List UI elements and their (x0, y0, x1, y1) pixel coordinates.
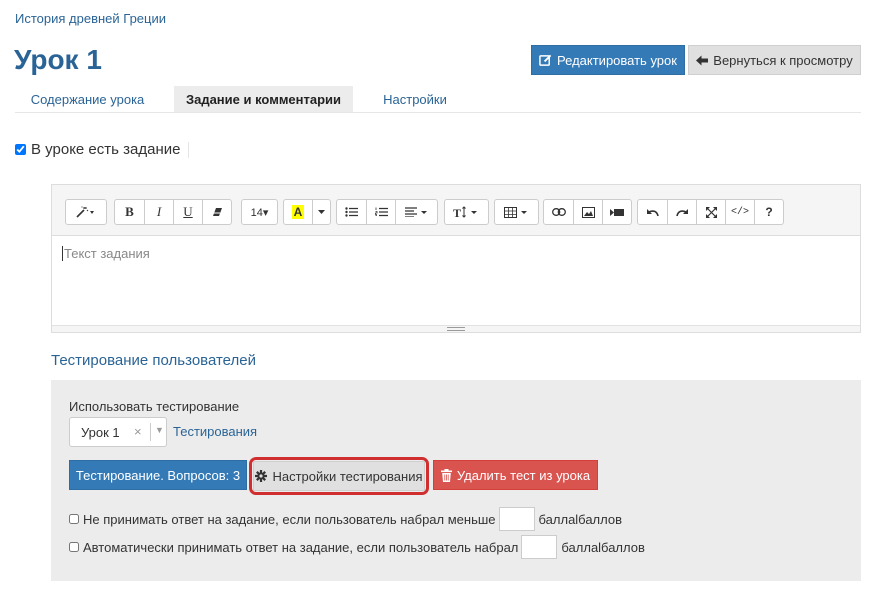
video-icon (610, 208, 624, 216)
magic-wand-icon (76, 206, 94, 218)
undo-button[interactable] (637, 199, 668, 225)
task-editor: B I U 14▾ A T </> ? Текст задания (51, 184, 861, 333)
expand-icon (705, 206, 717, 218)
edit-lesson-label: Редактировать урок (557, 52, 677, 68)
auto-accept-suffix: баллаlбаллов (561, 539, 645, 555)
auto-accept-option-row: Автоматически принимать ответ на задание… (69, 535, 645, 559)
test-select[interactable]: Урок 1 × ▼ (69, 417, 167, 447)
numbered-list-button[interactable] (366, 199, 396, 225)
editor-resize-handle[interactable] (52, 325, 860, 332)
highlight-letter: A (291, 205, 305, 219)
svg-text:T: T (453, 206, 461, 218)
font-size-dropdown[interactable]: 14▾ (241, 199, 278, 225)
clear-selection-icon[interactable]: × (134, 424, 142, 439)
min-score-checkbox[interactable] (69, 514, 79, 524)
edit-icon (539, 54, 552, 66)
code-view-button[interactable]: </> (725, 199, 755, 225)
clear-format-button[interactable] (202, 199, 232, 225)
select-separator (150, 423, 151, 441)
test-questions-label: Тестирование. Вопросов: 3 (75, 467, 241, 483)
back-to-view-label: Вернуться к просмотру (713, 52, 853, 68)
auto-accept-score-input[interactable] (521, 535, 558, 559)
test-select-value: Урок 1 (81, 425, 120, 440)
text-height-icon: T (453, 206, 477, 218)
auto-accept-checkbox[interactable] (69, 542, 79, 552)
table-icon (503, 206, 527, 218)
caret-down-icon[interactable]: ▼ (155, 425, 164, 435)
divider (188, 142, 189, 158)
page-title: Урок 1 (14, 44, 102, 75)
min-score-option-row: Не принимать ответ на задание, если поль… (69, 507, 622, 531)
highlight-box (249, 457, 429, 495)
testing-section-title: Тестирование пользователей (51, 352, 256, 369)
min-score-suffix: баллаlбаллов (538, 511, 623, 527)
use-testing-label: Использовать тестирование (69, 399, 240, 414)
bullet-list-button[interactable] (336, 199, 367, 225)
eraser-icon (212, 208, 222, 216)
bold-button[interactable]: B (114, 199, 145, 225)
ordered-list-icon (374, 207, 388, 217)
insert-video-button[interactable] (602, 199, 632, 225)
paragraph-align-dropdown[interactable] (395, 199, 438, 225)
delete-test-label: Удалить тест из урока (456, 467, 591, 483)
min-score-input[interactable] (498, 507, 535, 531)
image-icon (581, 206, 595, 218)
tab-lesson-content[interactable]: Содержание урока (15, 86, 160, 112)
has-task-label: В уроке есть задание (31, 141, 181, 158)
delete-test-button[interactable]: Удалить тест из урока (433, 460, 598, 490)
underline-button[interactable]: U (173, 199, 203, 225)
tab-task-and-comments[interactable]: Задание и комментарии (174, 86, 353, 112)
insert-image-button[interactable] (573, 199, 603, 225)
back-to-view-button[interactable]: Вернуться к просмотру (688, 45, 861, 75)
tab-settings[interactable]: Настройки (370, 86, 460, 112)
italic-button[interactable]: I (144, 199, 174, 225)
color-dropdown-button[interactable] (312, 199, 331, 225)
has-task-row: В уроке есть задание (15, 141, 180, 158)
insert-link-button[interactable] (543, 199, 574, 225)
undo-icon (647, 208, 659, 216)
min-score-label: Не принимать ответ на задание, если поль… (83, 511, 496, 527)
unordered-list-icon (345, 207, 358, 217)
breadcrumb[interactable]: История древней Греции (15, 11, 166, 26)
grip-icon (447, 327, 465, 331)
fullscreen-button[interactable] (696, 199, 726, 225)
arrow-left-icon (696, 55, 709, 65)
link-icon (551, 208, 566, 216)
trash-icon (440, 468, 452, 482)
editor-toolbar: B I U 14▾ A T </> ? (52, 185, 860, 236)
test-questions-button[interactable]: Тестирование. Вопросов: 3 (69, 460, 247, 490)
help-button[interactable]: ? (754, 199, 784, 225)
caret-down-icon (318, 210, 325, 214)
has-task-checkbox[interactable] (15, 144, 26, 155)
edit-lesson-button[interactable]: Редактировать урок (531, 45, 685, 75)
task-text-area[interactable]: Текст задания (52, 236, 860, 326)
magic-style-button[interactable] (65, 199, 107, 225)
redo-button[interactable] (667, 199, 697, 225)
auto-accept-label: Автоматически принимать ответ на задание… (83, 539, 519, 555)
table-dropdown[interactable] (494, 199, 539, 225)
align-left-icon (404, 207, 427, 217)
text-height-dropdown[interactable]: T (444, 199, 489, 225)
tab-bar: Содержание урока Задание и комментарии Н… (15, 86, 861, 113)
redo-icon (675, 208, 688, 216)
task-text-placeholder: Текст задания (62, 246, 150, 261)
testing-link[interactable]: Тестирования (173, 424, 257, 439)
highlight-color-button[interactable]: A (283, 199, 313, 225)
